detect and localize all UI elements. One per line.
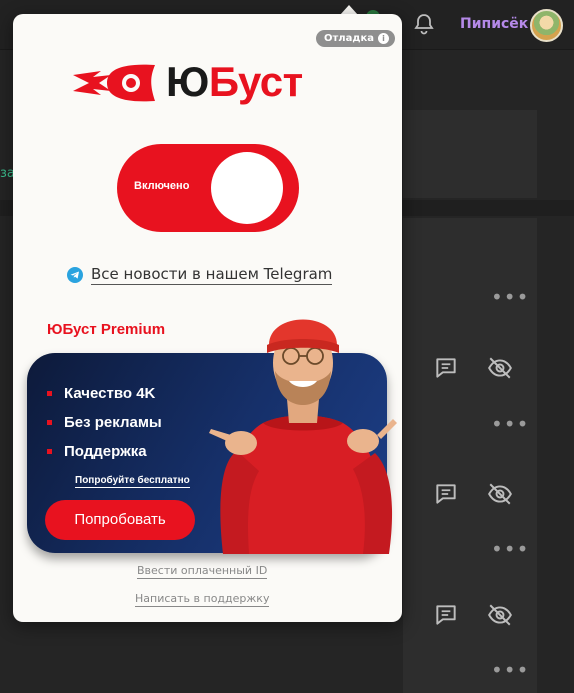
premium-title: ЮБуст Premium xyxy=(47,321,166,338)
more-options-icon[interactable]: ••• xyxy=(491,539,529,559)
info-icon: i xyxy=(377,33,389,44)
toggle-label: Включено xyxy=(134,180,190,192)
telegram-icon xyxy=(67,267,83,283)
rocket-icon xyxy=(73,64,155,102)
debug-badge[interactable]: Отладка i xyxy=(316,30,395,47)
telegram-link[interactable]: Все новости в нашем Telegram xyxy=(67,265,333,285)
hide-icon[interactable] xyxy=(487,481,513,507)
username-link[interactable]: Пиписёк xyxy=(460,16,528,32)
hide-icon[interactable] xyxy=(487,602,513,628)
bell-icon[interactable] xyxy=(412,12,436,36)
logo: ЮБуст xyxy=(71,58,351,105)
feature-list: Качество 4K Без рекламы Поддержка xyxy=(47,379,162,466)
comment-icon[interactable] xyxy=(433,602,459,628)
hide-icon[interactable] xyxy=(487,355,513,381)
feature-item: Без рекламы xyxy=(47,408,162,437)
try-free-link[interactable]: Попробуйте бесплатно xyxy=(75,475,190,488)
telegram-link-text: Все новости в нашем Telegram xyxy=(91,265,333,285)
feature-item: Поддержка xyxy=(47,437,162,466)
debug-badge-label: Отладка xyxy=(324,33,374,44)
feature-item: Качество 4K xyxy=(47,379,162,408)
contact-support-link[interactable]: Написать в поддержку xyxy=(135,592,270,607)
more-options-icon[interactable]: ••• xyxy=(491,287,529,307)
enable-toggle[interactable]: Включено xyxy=(117,144,299,232)
comment-icon[interactable] xyxy=(433,481,459,507)
avatar[interactable] xyxy=(530,9,563,42)
more-options-icon[interactable]: ••• xyxy=(491,414,529,434)
comment-icon[interactable] xyxy=(433,355,459,381)
logo-wordmark: ЮБуст xyxy=(166,58,303,105)
background-panel xyxy=(403,110,537,198)
try-button[interactable]: Попробовать xyxy=(45,500,195,540)
toggle-knob xyxy=(211,152,283,224)
promo-person-image xyxy=(209,319,397,554)
enter-paid-id-link[interactable]: Ввести оплаченный ID xyxy=(137,564,268,579)
more-options-icon[interactable]: ••• xyxy=(491,660,529,680)
extension-popup: Отладка i ЮБуст Включено Все новости в н… xyxy=(13,14,402,622)
